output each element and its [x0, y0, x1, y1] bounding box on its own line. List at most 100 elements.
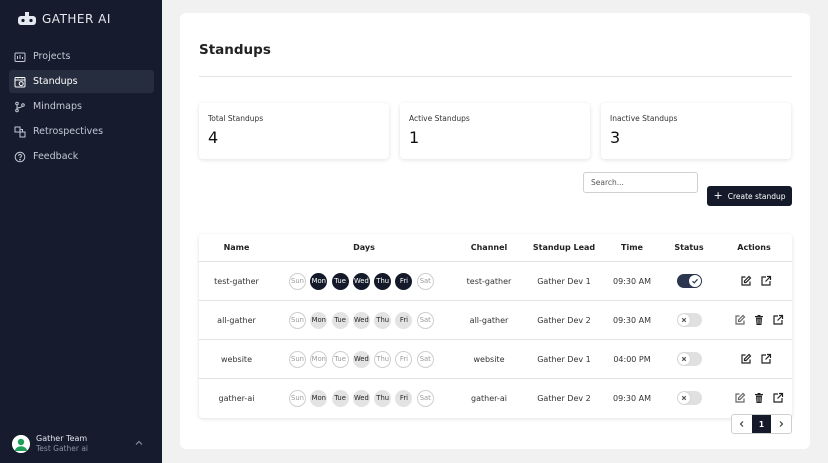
retrospectives-icon: [14, 126, 26, 137]
open-button[interactable]: [760, 353, 772, 365]
open-external-icon: [760, 353, 772, 365]
delete-icon: [753, 314, 765, 326]
day-chip-mon: Mon: [310, 273, 328, 290]
create-standup-button[interactable]: + Create standup: [707, 186, 792, 206]
column-header-name: Name: [223, 243, 250, 252]
sidebar-item-label: Projects: [33, 51, 71, 62]
day-chip-fri: Fri: [395, 273, 413, 290]
stat-card-active: Active Standups 1: [400, 103, 590, 159]
delete-button[interactable]: [753, 314, 765, 326]
search-input[interactable]: [583, 172, 698, 193]
mindmaps-icon: [15, 101, 25, 112]
days-selector: Sun Mon Tue Wed Thu Fri Sat: [289, 273, 439, 290]
main-card: Standups Total Standups 4 Active Standup…: [180, 13, 810, 449]
column-header-status: Status: [674, 243, 704, 252]
column-header-standup-lead: Standup Lead: [532, 243, 596, 252]
table-row: test-gather Sun Mon Tue Wed Thu Fri Sat test-gat…: [199, 262, 792, 301]
edit-icon: [734, 392, 746, 404]
toggle-knob: [689, 275, 701, 287]
day-chip-wed: Wed: [352, 390, 370, 407]
status-toggle[interactable]: [677, 313, 702, 327]
open-button[interactable]: [772, 392, 784, 404]
title-divider: [199, 76, 792, 77]
chevron-left-icon: [739, 421, 744, 427]
standup-time: 09:30 AM: [613, 316, 651, 325]
open-external-icon: [772, 392, 784, 404]
day-chip-wed: Wed: [352, 351, 370, 368]
status-toggle[interactable]: [677, 391, 702, 405]
user-name: Gather Team: [36, 434, 88, 443]
edit-button[interactable]: [740, 275, 752, 287]
sidebar-item-retrospectives[interactable]: Retrospectives: [9, 120, 154, 143]
sidebar-item-label: Standups: [33, 76, 78, 87]
day-chip-sun: Sun: [289, 273, 306, 290]
day-chip-fri: Fri: [395, 351, 413, 368]
gamepad-logo-icon: [18, 12, 36, 25]
standups-table: Name Days Channel Standup Lead Time Stat…: [199, 234, 792, 418]
sidebar-item-feedback[interactable]: Feedback: [9, 145, 154, 168]
create-standup-label: Create standup: [727, 191, 786, 201]
edit-button[interactable]: [740, 353, 752, 365]
standup-lead: Gather Dev 2: [537, 316, 591, 325]
status-toggle[interactable]: [677, 274, 702, 288]
day-chip-mon: Mon: [310, 390, 328, 407]
day-chip-thu: Thu: [374, 312, 392, 329]
days-selector: Sun Mon Tue Wed Thu Fri Sat: [289, 312, 439, 329]
chevron-right-icon: [779, 421, 784, 427]
standup-lead: Gather Dev 1: [537, 277, 591, 286]
day-chip-thu: Thu: [374, 351, 392, 368]
channel-name: all-gather: [469, 316, 509, 325]
user-subtitle: Test Gather ai: [36, 444, 89, 453]
projects-icon: [14, 52, 26, 62]
user-profile[interactable]: Gather Team Test Gather ai: [12, 432, 152, 456]
channel-name: gather-ai: [471, 394, 507, 403]
table-row: all-gather Sun Mon Tue Wed Thu Fri Sat all-gathe…: [199, 301, 792, 340]
day-chip-sat: Sat: [416, 312, 434, 329]
stat-label: Active Standups: [409, 114, 470, 123]
toggle-knob: [678, 314, 690, 326]
status-toggle[interactable]: [677, 352, 702, 366]
open-button[interactable]: [760, 275, 772, 287]
sidebar-item-mindmaps[interactable]: Mindmaps: [9, 95, 154, 118]
stat-label: Inactive Standups: [610, 114, 678, 123]
stat-value: 1: [409, 128, 420, 147]
pagination: 1: [731, 414, 792, 434]
check-icon: [692, 278, 698, 284]
column-header-actions: Actions: [737, 243, 771, 252]
channel-name: website: [473, 355, 505, 364]
table-row: gather-ai Sun Mon Tue Wed Thu Fri Sat gather-ai G…: [199, 379, 792, 418]
chevron-up-icon[interactable]: [134, 438, 144, 448]
sidebar: GATHER AI Projects Standups Mindmaps Ret…: [0, 0, 162, 463]
standup-name: website: [221, 355, 252, 364]
day-chip-fri: Fri: [395, 312, 413, 329]
page-number-button[interactable]: 1: [751, 415, 772, 433]
edit-button[interactable]: [734, 314, 746, 326]
stat-card-inactive: Inactive Standups 3: [601, 103, 791, 159]
stat-value: 4: [208, 128, 219, 147]
day-chip-wed: Wed: [352, 273, 370, 290]
edit-button[interactable]: [734, 392, 746, 404]
standup-lead: Gather Dev 1: [537, 355, 591, 364]
prev-page-button[interactable]: [732, 415, 752, 433]
feedback-icon: [14, 151, 26, 162]
toggle-knob: [678, 392, 690, 404]
open-button[interactable]: [772, 314, 784, 326]
edit-icon: [740, 353, 752, 365]
stat-card-total: Total Standups 4: [199, 103, 389, 159]
brand-logo[interactable]: GATHER AI: [17, 9, 111, 29]
sidebar-item-projects[interactable]: Projects: [9, 45, 154, 68]
edit-icon: [734, 314, 746, 326]
day-chip-sun: Sun: [289, 390, 306, 407]
open-external-icon: [760, 275, 772, 287]
sidebar-item-standups[interactable]: Standups: [9, 70, 154, 93]
day-chip-fri: Fri: [395, 390, 413, 407]
day-chip-sun: Sun: [289, 351, 306, 368]
stat-label: Total Standups: [208, 114, 264, 123]
page-title: Standups: [199, 42, 271, 58]
day-chip-sun: Sun: [289, 312, 306, 329]
next-page-button[interactable]: [771, 415, 791, 433]
stat-value: 3: [610, 128, 621, 147]
delete-button[interactable]: [753, 392, 765, 404]
standup-name: gather-ai: [218, 394, 255, 403]
delete-icon: [753, 392, 765, 404]
